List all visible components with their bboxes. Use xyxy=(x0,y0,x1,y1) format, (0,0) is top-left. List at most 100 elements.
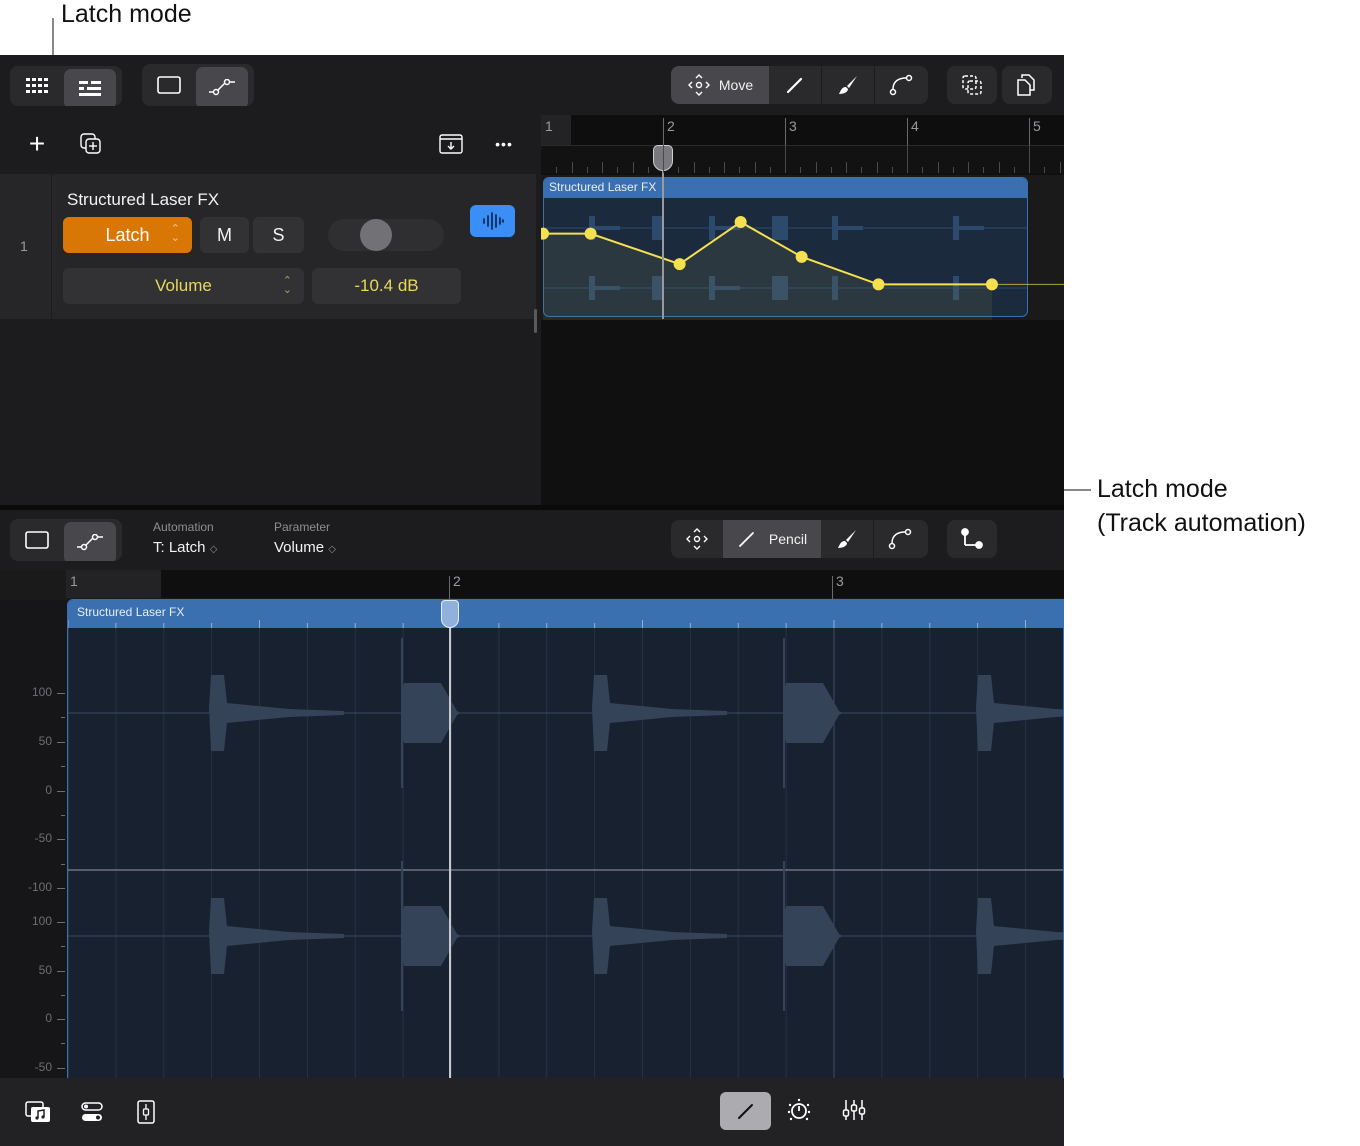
bar-number: 3 xyxy=(836,573,844,589)
more-options-button[interactable]: ••• xyxy=(490,131,518,157)
editor-region-mode-button[interactable] xyxy=(10,519,64,561)
y-axis-tick xyxy=(57,839,65,841)
automation-point[interactable] xyxy=(673,258,686,271)
beat-tick xyxy=(602,162,603,173)
beat-tick xyxy=(556,167,558,173)
y-axis-label: -50 xyxy=(34,1059,52,1074)
editor-automation-mode-button[interactable] xyxy=(64,522,116,561)
beat-tick xyxy=(983,167,985,173)
waveform-transient xyxy=(976,898,1063,974)
step-mode-button[interactable] xyxy=(947,520,997,558)
metronome-button[interactable] xyxy=(785,1096,813,1124)
pencil-tool-button[interactable] xyxy=(769,66,821,104)
editor-curve-tool-button[interactable] xyxy=(874,520,926,558)
y-axis-tick xyxy=(57,693,65,694)
beat-tick xyxy=(708,167,710,173)
beat-tick xyxy=(586,167,588,173)
brush-tool-button[interactable] xyxy=(822,66,874,104)
automation-editor: Automation T: Latch ◇ Parameter Volume ◇… xyxy=(0,510,1064,1130)
parameter-select[interactable]: Volume ◇ xyxy=(274,539,336,556)
automation-mode-button[interactable] xyxy=(196,67,248,106)
automation-value-field[interactable]: -10.4 dB xyxy=(312,268,461,304)
bar-line xyxy=(785,145,786,173)
automation-point[interactable] xyxy=(734,216,747,229)
editor-brush-tool-button[interactable] xyxy=(821,520,873,558)
bar-number: 3 xyxy=(789,118,797,134)
pan-slider[interactable] xyxy=(328,219,444,251)
beat-tick xyxy=(1059,162,1061,173)
beat-tick xyxy=(815,162,817,173)
editor-playhead-handle[interactable] xyxy=(441,600,459,628)
media-browser-icon xyxy=(25,1101,50,1122)
bar-number: 2 xyxy=(453,573,461,589)
track-name[interactable]: Structured Laser FX xyxy=(67,190,219,210)
automation-mode-select[interactable]: Latch ⌃ ⌄ xyxy=(63,217,192,253)
brush-icon xyxy=(839,76,857,94)
bar-number: 1 xyxy=(545,118,553,134)
inspector-fader-icon xyxy=(137,1100,155,1124)
beat-tick xyxy=(861,167,863,173)
automation-parameter-select[interactable]: Volume ⌃ ⌄ xyxy=(63,268,304,304)
empty-lanes xyxy=(541,320,1064,505)
bar-line xyxy=(1029,145,1030,173)
waveform-burst xyxy=(401,683,461,743)
beat-tick xyxy=(830,167,832,173)
pan-slider-knob[interactable] xyxy=(360,219,392,251)
solo-button[interactable]: S xyxy=(253,217,304,253)
duplicate-track-button[interactable] xyxy=(78,131,104,157)
bar-ruler[interactable] xyxy=(541,115,1064,145)
automation-point[interactable] xyxy=(584,227,597,240)
pencil-icon xyxy=(737,1104,753,1119)
y-axis-label: 0 xyxy=(45,1011,52,1025)
editor-mode-segment xyxy=(10,519,122,561)
tracks-view-button[interactable] xyxy=(64,69,116,106)
track-list-resize-handle[interactable] xyxy=(534,309,537,333)
editor-move-tool-button[interactable] xyxy=(671,520,723,558)
beat-tick xyxy=(922,167,924,173)
curve-tool-button[interactable] xyxy=(875,66,927,104)
copy-button[interactable] xyxy=(1002,66,1052,104)
editor-pencil-tool-button[interactable]: Pencil xyxy=(723,520,821,558)
automation-point[interactable] xyxy=(795,250,808,263)
media-browser-button[interactable] xyxy=(24,1098,52,1126)
region-mode-button[interactable] xyxy=(142,64,196,106)
import-button[interactable] xyxy=(437,131,465,157)
inspector-button[interactable] xyxy=(132,1098,160,1126)
y-axis-minor-tick xyxy=(61,717,65,719)
automation-curve-icon xyxy=(77,534,103,551)
pencil-icon xyxy=(739,532,754,547)
bar-line xyxy=(785,118,786,145)
automation-select-value: T: Latch xyxy=(153,539,206,556)
copy-button-wrap xyxy=(1002,66,1052,104)
toggles-button[interactable] xyxy=(78,1098,106,1126)
y-axis-label: 100 xyxy=(31,914,52,928)
y-axis-minor-tick xyxy=(61,766,65,768)
marquee-select-button[interactable] xyxy=(947,66,997,104)
mute-button[interactable]: M xyxy=(200,217,249,253)
move-tool-button[interactable]: Move xyxy=(671,66,769,104)
editor-bar-ruler[interactable] xyxy=(66,570,1064,598)
beat-tick xyxy=(937,162,939,173)
bar-number: 4 xyxy=(911,118,919,134)
mixer-button[interactable] xyxy=(840,1096,868,1124)
app-window: Move + ••• 1 Structured Laser FX Latch ⌃… xyxy=(0,55,1064,1146)
automation-point[interactable] xyxy=(985,278,998,291)
grid-view-button[interactable] xyxy=(10,66,64,106)
y-axis-tick xyxy=(57,1019,65,1020)
beat-ruler[interactable] xyxy=(541,145,1064,173)
pencil-icon xyxy=(786,77,803,94)
add-track-button[interactable]: + xyxy=(24,128,50,159)
tracks-timeline: Structured Laser FX 1 2 3 4 5 xyxy=(541,115,1064,505)
automation-point[interactable] xyxy=(872,278,885,291)
input-monitor-button[interactable] xyxy=(470,205,515,237)
pencil-mode-button[interactable] xyxy=(720,1092,771,1130)
bar-line xyxy=(832,576,833,600)
automation-curve[interactable] xyxy=(541,175,1064,320)
track-row[interactable]: 1 Structured Laser FX Latch ⌃ ⌄ M S Volum… xyxy=(0,174,536,319)
automation-select[interactable]: T: Latch ◇ xyxy=(153,539,217,556)
bar-number: 2 xyxy=(667,118,675,134)
beat-tick xyxy=(800,167,802,173)
editor-region[interactable]: Structured Laser FX xyxy=(67,599,1064,1129)
brush-icon xyxy=(838,530,856,548)
editor-cycle-region[interactable] xyxy=(66,570,161,598)
